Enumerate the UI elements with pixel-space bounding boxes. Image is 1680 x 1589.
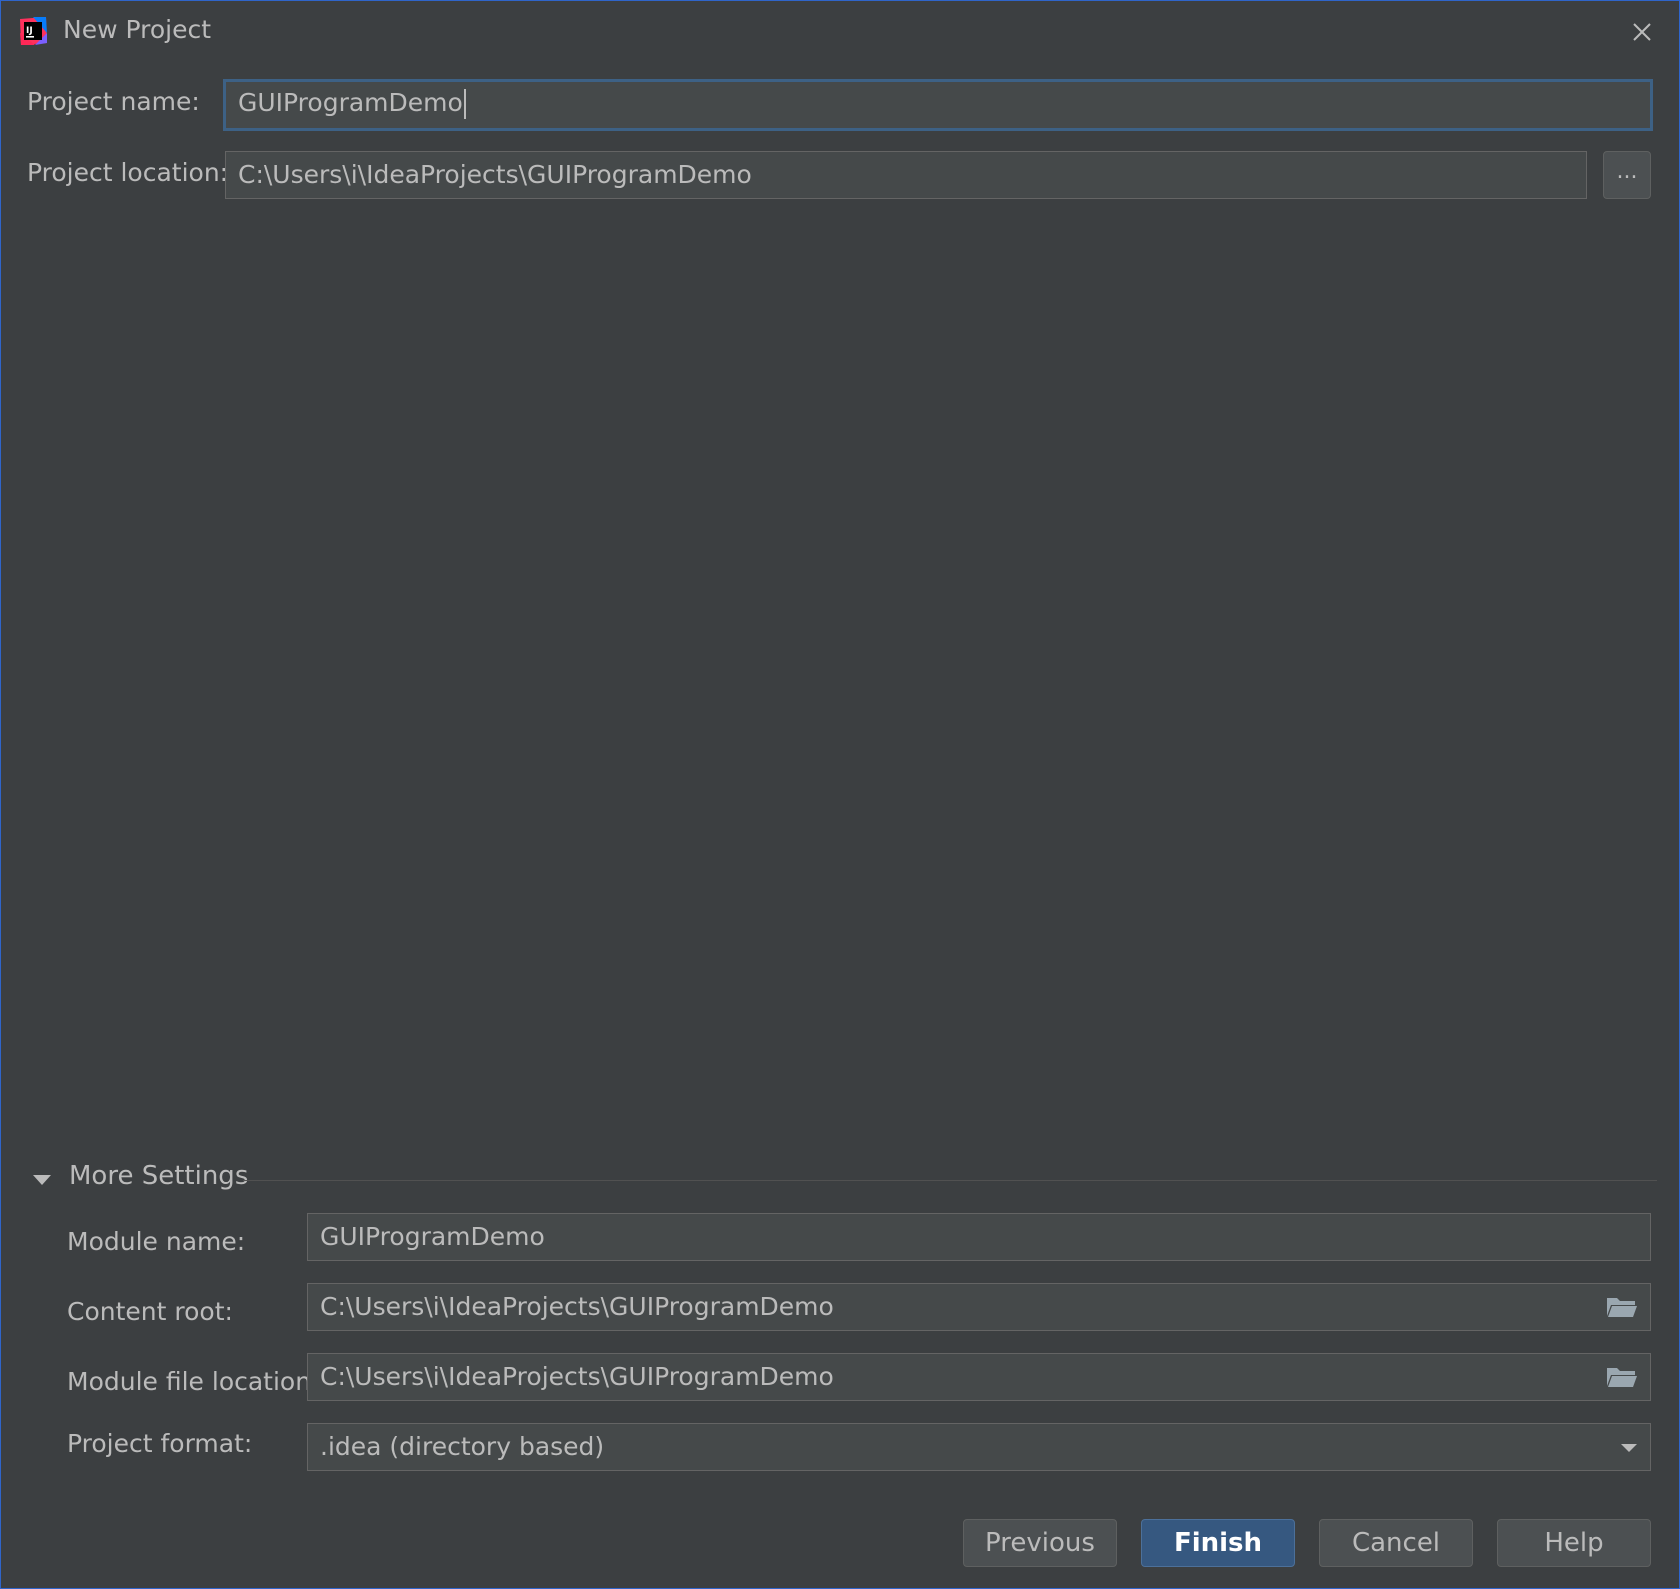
dialog-title: New Project xyxy=(63,15,212,44)
content-root-input[interactable]: C:\Users\i\IdeaProjects\GUIProgramDemo xyxy=(307,1283,1651,1331)
module-name-input[interactable]: GUIProgramDemo xyxy=(307,1213,1651,1261)
module-name-label: Module name: xyxy=(67,1227,246,1256)
help-button[interactable]: Help xyxy=(1497,1519,1651,1567)
project-name-label: Project name: xyxy=(27,87,200,116)
browse-location-button[interactable]: ... xyxy=(1603,151,1651,199)
content-root-value: C:\Users\i\IdeaProjects\GUIProgramDemo xyxy=(320,1292,834,1321)
module-file-location-label: Module file location: xyxy=(67,1367,320,1396)
project-location-input[interactable]: C:\Users\i\IdeaProjects\GUIProgramDemo xyxy=(225,151,1587,199)
previous-button[interactable]: Previous xyxy=(963,1519,1117,1567)
title-bar: IJ New Project xyxy=(1,1,1679,63)
text-caret xyxy=(463,89,466,119)
project-location-label: Project location: xyxy=(27,158,229,187)
triangle-down-icon[interactable] xyxy=(31,1169,53,1191)
module-file-location-input[interactable]: C:\Users\i\IdeaProjects\GUIProgramDemo xyxy=(307,1353,1651,1401)
project-location-value: C:\Users\i\IdeaProjects\GUIProgramDemo xyxy=(238,160,752,189)
project-name-label-text: Project name: xyxy=(27,87,200,116)
folder-icon[interactable] xyxy=(1606,1365,1638,1389)
new-project-dialog: IJ New Project Project name: GUIProgramD… xyxy=(0,0,1680,1589)
folder-icon[interactable] xyxy=(1606,1295,1638,1319)
cancel-button[interactable]: Cancel xyxy=(1319,1519,1473,1567)
close-icon[interactable] xyxy=(1625,15,1659,49)
chevron-down-icon xyxy=(1621,1444,1637,1452)
module-name-value: GUIProgramDemo xyxy=(320,1222,545,1251)
module-file-location-value: C:\Users\i\IdeaProjects\GUIProgramDemo xyxy=(320,1362,834,1391)
project-format-value: .idea (directory based) xyxy=(320,1432,605,1461)
project-name-input[interactable]: GUIProgramDemo xyxy=(223,79,1653,131)
project-format-label: Project format: xyxy=(67,1429,253,1458)
content-root-label: Content root: xyxy=(67,1297,233,1326)
section-separator xyxy=(243,1180,1657,1181)
svg-text:IJ: IJ xyxy=(26,26,33,36)
finish-button[interactable]: Finish xyxy=(1141,1519,1295,1567)
more-settings-toggle[interactable]: More Settings xyxy=(69,1161,248,1191)
intellij-idea-icon: IJ xyxy=(20,17,47,45)
project-name-value: GUIProgramDemo xyxy=(238,88,463,117)
project-format-select[interactable]: .idea (directory based) xyxy=(307,1423,1651,1471)
